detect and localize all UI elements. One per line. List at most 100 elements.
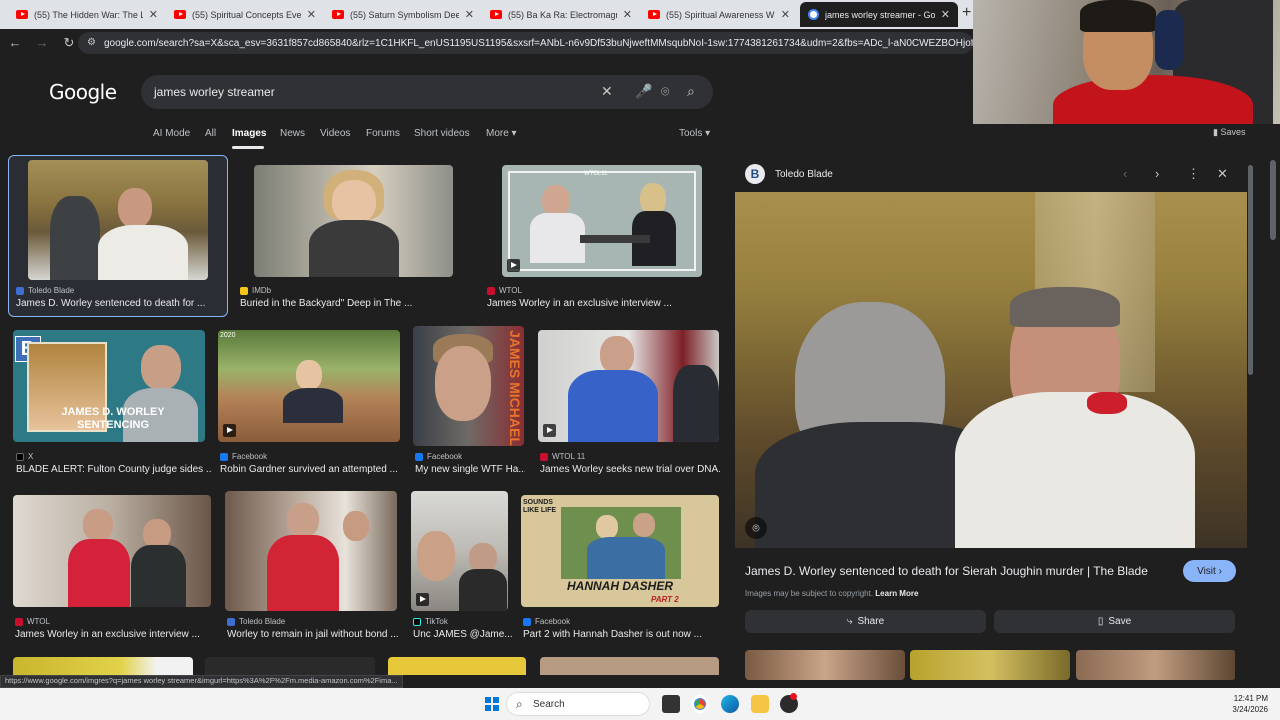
tab-videos[interactable]: Videos [320, 128, 350, 139]
result-caption[interactable]: James D. Worley sentenced to death for .… [16, 298, 216, 309]
result-thumbnail[interactable] [538, 330, 719, 442]
share-label: Share [857, 616, 885, 627]
result-caption[interactable]: Part 2 with Hannah Dasher is out now ... [523, 629, 718, 640]
search-icon[interactable]: ⌕ [687, 83, 695, 100]
close-icon[interactable]: ✕ [1217, 166, 1228, 182]
tab-news[interactable]: News [280, 128, 305, 139]
youtube-icon [174, 10, 186, 19]
visit-button[interactable]: Visit › [1183, 560, 1236, 582]
learn-more-link[interactable]: Learn More [875, 589, 918, 598]
result-caption[interactable]: My new single WTF Ha... [415, 464, 525, 475]
share-icon: ⤷ [846, 616, 853, 627]
preview-image[interactable]: ⌾ [735, 192, 1247, 548]
sounds-like-life-logo: SOUNDS LIKE LIFE [523, 499, 557, 514]
new-tab-button[interactable]: + [962, 4, 971, 22]
image-result-partial[interactable] [540, 657, 719, 675]
lens-camera-icon[interactable]: ⌾ [661, 83, 669, 100]
url-text: google.com/search?sa=X&sca_esv=3631f857c… [104, 37, 973, 49]
related-image[interactable] [745, 650, 905, 680]
related-image[interactable] [910, 650, 1070, 680]
address-bar[interactable]: ⚙ google.com/search?sa=X&sca_esv=3631f85… [78, 32, 973, 54]
preview-title[interactable]: James D. Worley sentenced to death for S… [745, 564, 1148, 578]
search-input[interactable]: james worley streamer ✕ 🎤 ⌾ ⌕ [141, 75, 713, 109]
tab-more[interactable]: More ▾ [486, 128, 517, 139]
browser-tab[interactable]: (55) Spiritual Concepts Everyone ✕ [166, 2, 324, 27]
streamer-webcam-person [1043, 0, 1253, 124]
year-label: 2020 [220, 332, 236, 339]
save-label: Save [1108, 616, 1132, 627]
browser-tab-active[interactable]: james worley streamer - Googl ✕ [800, 2, 958, 27]
saves-button[interactable]: ▮ Saves [1213, 127, 1245, 138]
image-result-partial[interactable] [388, 657, 526, 675]
taskbar-search[interactable]: ⌕ Search [506, 692, 650, 716]
result-caption[interactable]: James Worley in an exclusive interview .… [487, 298, 712, 309]
clock-time: 12:41 PM [1233, 694, 1268, 703]
clear-icon[interactable]: ✕ [601, 83, 613, 100]
result-thumbnail[interactable]: B JAMES D. WORLEY SENTENCING [13, 330, 205, 442]
result-caption[interactable]: Robin Gardner survived an attempted ... [220, 464, 400, 475]
panel-scrollbar[interactable] [1248, 165, 1253, 665]
save-button[interactable]: ▯ Save [994, 610, 1235, 633]
microphone-icon[interactable]: 🎤 [635, 83, 652, 100]
result-thumbnail[interactable]: WTOL11 [502, 165, 702, 277]
result-thumbnail[interactable] [28, 160, 208, 280]
panel-source-name[interactable]: Toledo Blade [775, 169, 833, 180]
browser-tab[interactable]: (55) Ba Ka Ra: Electromagnetic ✕ [482, 2, 640, 27]
chrome-icon[interactable] [691, 695, 709, 713]
result-thumbnail[interactable]: SOUNDS LIKE LIFE HANNAH DASHER PART 2 [521, 495, 719, 607]
result-thumbnail[interactable] [411, 491, 508, 611]
copyright-text: Images may be subject to copyright. [745, 589, 874, 598]
toledo-blade-logo[interactable]: B [745, 164, 765, 184]
lens-search-icon[interactable]: ⌾ [745, 517, 767, 539]
x-icon [16, 452, 24, 461]
tab-short-videos[interactable]: Short videos [414, 128, 470, 139]
result-thumbnail[interactable] [254, 165, 453, 277]
share-button[interactable]: ⤷ Share [745, 610, 986, 633]
previous-arrow-icon[interactable]: ‹ [1123, 166, 1127, 181]
play-icon [543, 424, 556, 437]
google-logo[interactable]: Google [49, 80, 117, 104]
result-thumbnail[interactable]: 2020 [218, 330, 400, 442]
close-tab-icon[interactable]: ✕ [781, 8, 790, 21]
page-scrollbar[interactable] [1270, 155, 1276, 675]
windows-start-icon[interactable] [485, 697, 499, 711]
result-caption[interactable]: Unc JAMES @Jame... [413, 629, 513, 640]
result-caption[interactable]: James Worley in an exclusive interview .… [15, 629, 210, 640]
recording-app-icon[interactable] [780, 693, 798, 713]
tab-images[interactable]: Images [232, 128, 266, 139]
task-view-icon[interactable] [662, 695, 680, 713]
file-explorer-icon[interactable] [751, 695, 769, 713]
page-scrollbar-thumb[interactable] [1270, 160, 1276, 240]
result-caption[interactable]: James Worley seeks new trial over DNA... [540, 464, 720, 475]
forward-arrow-icon[interactable]: → [30, 35, 54, 50]
related-image[interactable] [1076, 650, 1235, 680]
close-tab-icon[interactable]: ✕ [149, 8, 158, 21]
tab-forums[interactable]: Forums [366, 128, 400, 139]
site-info-icon[interactable]: ⚙ [87, 37, 96, 48]
browser-tab[interactable]: (55) Saturn Symbolism Deep Di ✕ [324, 2, 482, 27]
result-thumbnail[interactable] [225, 491, 397, 611]
close-tab-icon[interactable]: ✕ [623, 8, 632, 21]
result-thumbnail[interactable]: JAMES MICHAEL [413, 326, 524, 446]
close-tab-icon[interactable]: ✕ [307, 8, 316, 21]
edge-icon[interactable] [721, 695, 739, 713]
image-result-partial[interactable] [13, 657, 193, 675]
result-caption[interactable]: Buried in the Backyard" Deep in The ... [240, 298, 460, 309]
tab-all[interactable]: All [205, 128, 216, 139]
result-caption[interactable]: Worley to remain in jail without bond ..… [227, 629, 402, 640]
close-tab-icon[interactable]: ✕ [465, 8, 474, 21]
next-arrow-icon[interactable]: › [1155, 166, 1159, 181]
image-result-partial[interactable] [205, 657, 375, 675]
close-tab-icon[interactable]: ✕ [941, 8, 950, 21]
panel-scrollbar-thumb[interactable] [1248, 165, 1253, 375]
back-arrow-icon[interactable]: ← [3, 35, 27, 50]
tab-ai-mode[interactable]: AI Mode [153, 128, 190, 139]
browser-tab[interactable]: (55) Spiritual Awareness Will Re ✕ [640, 2, 798, 27]
result-caption[interactable]: BLADE ALERT: Fulton County judge sides .… [16, 464, 211, 475]
more-options-icon[interactable]: ⋮ [1187, 166, 1200, 182]
tools-button[interactable]: Tools ▾ [679, 128, 710, 139]
result-thumbnail[interactable] [13, 495, 211, 607]
system-clock[interactable]: 12:41 PM 3/24/2026 [1216, 693, 1268, 715]
browser-tab[interactable]: (55) The Hidden War: The Loos ✕ [8, 2, 166, 27]
sentencing-overlay-text: JAMES D. WORLEY SENTENCING [61, 406, 165, 431]
